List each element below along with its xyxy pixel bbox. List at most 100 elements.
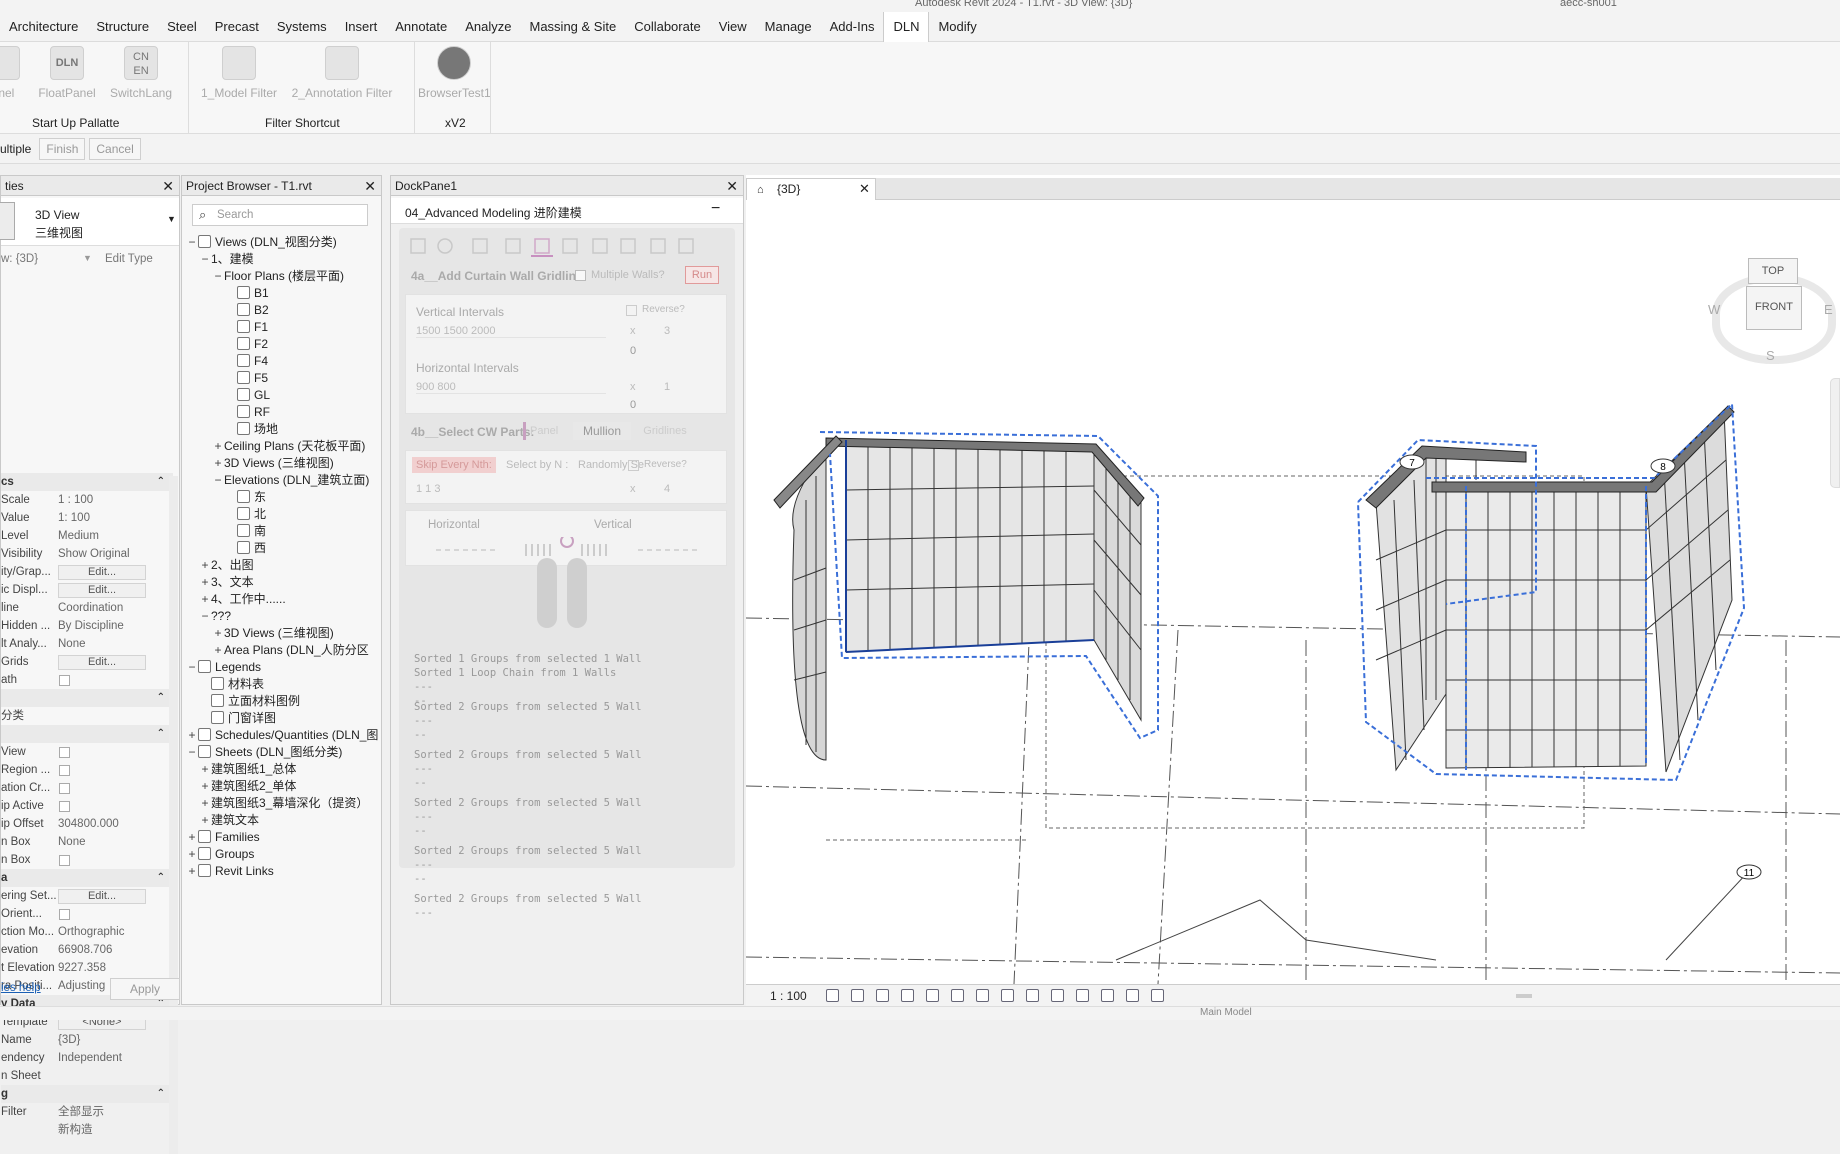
ribbon-tab-steel[interactable]: Steel bbox=[158, 12, 206, 42]
property-value[interactable]: Independent bbox=[58, 1049, 122, 1067]
collapse-icon[interactable]: − bbox=[186, 742, 198, 762]
property-value[interactable]: 66908.706 bbox=[58, 941, 112, 959]
collapse-icon[interactable]: ⌃ bbox=[157, 473, 165, 491]
unlock-3d-icon[interactable] bbox=[976, 989, 989, 1002]
collapse-icon[interactable]: − bbox=[199, 606, 211, 626]
gridlines-toggle[interactable]: Gridlines bbox=[637, 422, 693, 440]
property-section[interactable]: g ⌃ bbox=[1, 1085, 173, 1103]
collapse-icon[interactable]: − bbox=[212, 266, 224, 286]
ribbon-tab-systems[interactable]: Systems bbox=[268, 12, 336, 42]
scale-selector[interactable]: 1 : 100 bbox=[770, 989, 807, 1003]
ribbon-tab-precast[interactable]: Precast bbox=[206, 12, 268, 42]
collapse-icon[interactable]: − bbox=[186, 232, 198, 252]
properties-scrollbar[interactable] bbox=[169, 476, 178, 1154]
property-checkbox[interactable] bbox=[59, 801, 70, 812]
horizontal-count-input[interactable]: 1 bbox=[664, 381, 670, 393]
select-by-n-toggle[interactable]: Select by N : bbox=[506, 459, 568, 471]
multiple-walls-checkbox[interactable] bbox=[575, 270, 586, 281]
cancel-button[interactable]: Cancel bbox=[89, 137, 141, 160]
ribbon-tab-add-ins[interactable]: Add-Ins bbox=[821, 12, 884, 42]
search-box[interactable]: ⌕ Search bbox=[192, 204, 368, 226]
worksharing-icon[interactable] bbox=[1051, 989, 1064, 1002]
panel-toggle[interactable]: Panel bbox=[523, 422, 561, 440]
collapse-icon[interactable]: ⌃ bbox=[157, 869, 165, 887]
constraints-icon[interactable] bbox=[1126, 989, 1139, 1002]
property-edit-button[interactable]: Edit... bbox=[58, 583, 146, 598]
ribbon-tab-architecture[interactable]: Architecture bbox=[0, 12, 87, 42]
skip-every-nth-toggle[interactable]: Skip Every Nth: bbox=[412, 457, 496, 473]
compass-south[interactable]: S bbox=[1766, 348, 1775, 363]
expand-icon[interactable]: + bbox=[186, 861, 198, 881]
type-selector[interactable]: 3D View 三维视图 ▼ bbox=[0, 198, 179, 246]
skip-n-input[interactable]: 4 bbox=[664, 483, 670, 495]
close-icon[interactable]: ✕ bbox=[726, 176, 738, 196]
close-icon[interactable]: ✕ bbox=[162, 176, 174, 196]
property-checkbox[interactable] bbox=[59, 783, 70, 794]
horizontal-offset-input[interactable]: 0 bbox=[630, 399, 636, 411]
vertical-intervals-input[interactable]: 1500 1500 2000 bbox=[416, 325, 606, 338]
property-edit-button[interactable]: Edit... bbox=[58, 565, 146, 580]
property-section[interactable]: a ⌃ bbox=[1, 869, 173, 887]
switch-lang-button[interactable]: CN EN SwitchLang bbox=[108, 46, 174, 100]
curtain-wall-left[interactable] bbox=[773, 431, 1159, 761]
collapse-icon[interactable]: − bbox=[186, 657, 198, 677]
model-filter-button[interactable]: 1_Model Filter bbox=[196, 46, 282, 100]
temporary-hide-icon[interactable] bbox=[1001, 989, 1014, 1002]
property-checkbox[interactable] bbox=[59, 855, 70, 866]
vertical-count-input[interactable]: 3 bbox=[664, 325, 670, 337]
visual-style-icon[interactable] bbox=[851, 989, 864, 1002]
property-section[interactable]: cs ⌃ bbox=[1, 473, 173, 491]
property-value[interactable]: None bbox=[58, 833, 86, 851]
browser-test-button[interactable]: BrowserTest1 bbox=[418, 46, 491, 100]
collapse-icon[interactable]: ⌃ bbox=[157, 689, 165, 707]
property-value[interactable]: Coordination bbox=[58, 599, 123, 617]
user-name[interactable]: aecc-sh001 bbox=[1560, 0, 1617, 9]
view-selector[interactable]: w: {3D} bbox=[1, 253, 38, 265]
ribbon-tab-modify[interactable]: Modify bbox=[929, 12, 985, 42]
collapse-icon[interactable]: ⌃ bbox=[157, 1085, 165, 1103]
property-value[interactable]: 1 : 100 bbox=[58, 491, 93, 509]
tree-node[interactable]: + Revit Links bbox=[186, 861, 274, 881]
detail-level-icon[interactable] bbox=[826, 989, 839, 1002]
ribbon-tab-analyze[interactable]: Analyze bbox=[456, 12, 520, 42]
close-icon[interactable]: ✕ bbox=[859, 179, 870, 199]
direction-slider[interactable] bbox=[406, 537, 728, 563]
model-canvas[interactable]: 7 8 11 bbox=[746, 200, 1840, 984]
viewcube-top[interactable]: TOP bbox=[1748, 258, 1798, 284]
navigation-bar[interactable] bbox=[1830, 378, 1840, 488]
highlight-icon[interactable] bbox=[1101, 989, 1114, 1002]
tool-icons[interactable] bbox=[405, 234, 729, 258]
collapse-icon[interactable]: − bbox=[212, 470, 224, 490]
annotation-filter-button[interactable]: 2_Annotation Filter bbox=[286, 46, 398, 100]
close-icon[interactable]: ✕ bbox=[364, 176, 376, 196]
crop-view-icon[interactable] bbox=[926, 989, 939, 1002]
ribbon-tab-manage[interactable]: Manage bbox=[756, 12, 821, 42]
ribbon-tab-structure[interactable]: Structure bbox=[87, 12, 158, 42]
panel-button[interactable]: anel bbox=[0, 46, 36, 100]
property-value[interactable]: 304800.000 bbox=[58, 815, 119, 833]
skip-reverse-checkbox[interactable] bbox=[628, 460, 639, 471]
property-value[interactable]: By Discipline bbox=[58, 617, 124, 635]
show-crop-icon[interactable] bbox=[951, 989, 964, 1002]
analytical-icon[interactable] bbox=[1076, 989, 1089, 1002]
finish-button[interactable]: Finish bbox=[39, 137, 86, 160]
property-value[interactable]: Medium bbox=[58, 527, 99, 545]
property-value[interactable]: 全部显示 bbox=[58, 1103, 104, 1121]
property-section[interactable]: ⌃ bbox=[1, 689, 173, 707]
minimize-icon[interactable]: − bbox=[711, 200, 720, 218]
run-button[interactable]: Run bbox=[685, 266, 719, 284]
ribbon-tab-annotate[interactable]: Annotate bbox=[386, 12, 456, 42]
property-edit-button[interactable]: Edit... bbox=[58, 655, 146, 670]
property-value[interactable]: Show Original bbox=[58, 545, 130, 563]
property-value[interactable]: Orthographic bbox=[58, 923, 124, 941]
ribbon-tab-view[interactable]: View bbox=[710, 12, 756, 42]
properties-help-link[interactable]: ies help bbox=[1, 982, 41, 994]
property-value[interactable]: None bbox=[58, 635, 86, 653]
property-value[interactable]: {3D} bbox=[58, 1031, 80, 1049]
property-checkbox[interactable] bbox=[59, 909, 70, 920]
collapse-icon[interactable]: − bbox=[199, 249, 211, 269]
view-tab-3d[interactable]: ⌂ {3D} ✕ bbox=[746, 178, 876, 200]
mullion-toggle[interactable]: Mullion bbox=[573, 422, 631, 440]
collapse-icon[interactable]: ⌃ bbox=[157, 725, 165, 743]
property-value[interactable]: 9227.358 bbox=[58, 959, 106, 977]
